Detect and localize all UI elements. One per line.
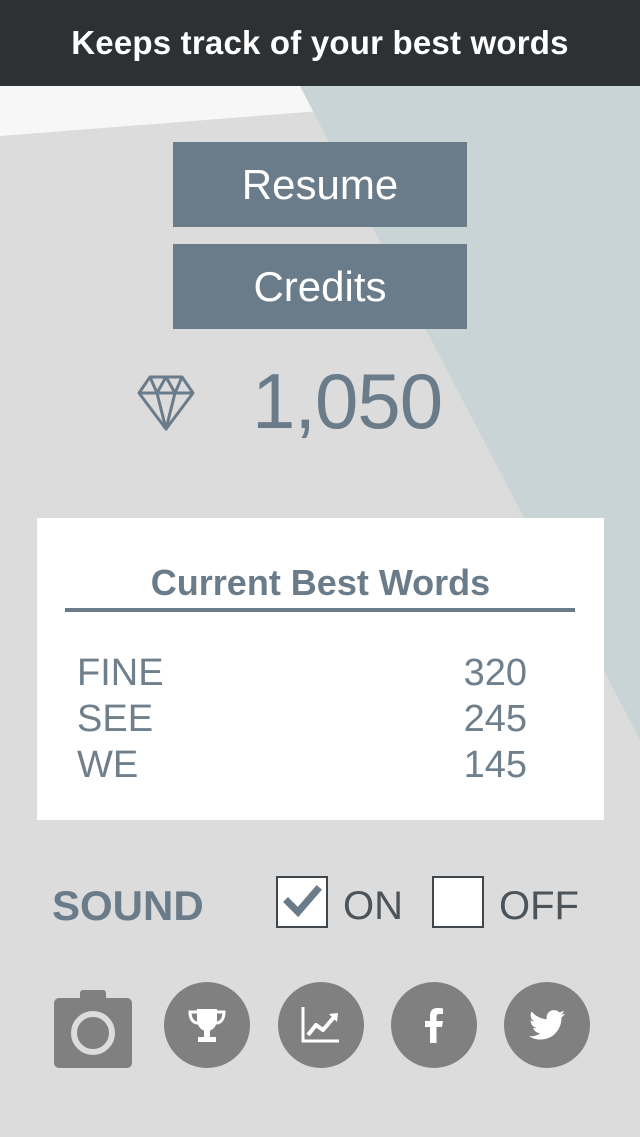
facebook-icon <box>425 1008 443 1043</box>
camera-icon[interactable] <box>52 988 134 1070</box>
word-score: 145 <box>463 744 527 786</box>
divider <box>65 608 575 612</box>
sound-on-checkbox[interactable] <box>276 876 328 928</box>
checkmark-icon <box>283 885 322 918</box>
twitter-icon <box>529 1010 565 1040</box>
leaderboard-button[interactable] <box>164 982 250 1068</box>
twitter-button[interactable] <box>504 982 590 1068</box>
gem-balance: 1,050 <box>130 355 470 450</box>
list-item: SEE 245 <box>77 696 527 742</box>
word-text: SEE <box>77 698 154 740</box>
chart-icon <box>301 1007 339 1043</box>
credits-button[interactable]: Credits <box>173 244 467 329</box>
diamond-icon <box>137 375 195 431</box>
sound-settings: SOUND ON OFF <box>0 870 640 940</box>
stats-button[interactable] <box>278 982 364 1068</box>
best-words-title: Current Best Words <box>150 562 491 603</box>
gem-count: 1,050 <box>252 357 443 445</box>
sound-on-label[interactable]: ON <box>343 884 403 929</box>
list-item: WE 145 <box>77 742 527 788</box>
word-text: FINE <box>77 652 164 694</box>
sound-off-label[interactable]: OFF <box>499 884 579 929</box>
best-words-card: Current Best Words FINE 320 SEE 245 WE 1… <box>37 518 604 820</box>
word-score: 320 <box>463 652 527 694</box>
facebook-button[interactable] <box>391 982 477 1068</box>
sound-off-checkbox[interactable] <box>432 876 484 928</box>
best-words-list: FINE 320 SEE 245 WE 145 <box>77 650 527 788</box>
word-text: WE <box>77 744 139 786</box>
trophy-icon <box>188 1009 226 1042</box>
banner-text: Keeps track of your best words <box>71 24 569 61</box>
word-score: 245 <box>463 698 527 740</box>
action-bar <box>0 980 640 1070</box>
top-banner: Keeps track of your best words <box>0 0 640 86</box>
resume-button[interactable]: Resume <box>173 142 467 227</box>
list-item: FINE 320 <box>77 650 527 696</box>
sound-label: SOUND <box>52 882 204 929</box>
